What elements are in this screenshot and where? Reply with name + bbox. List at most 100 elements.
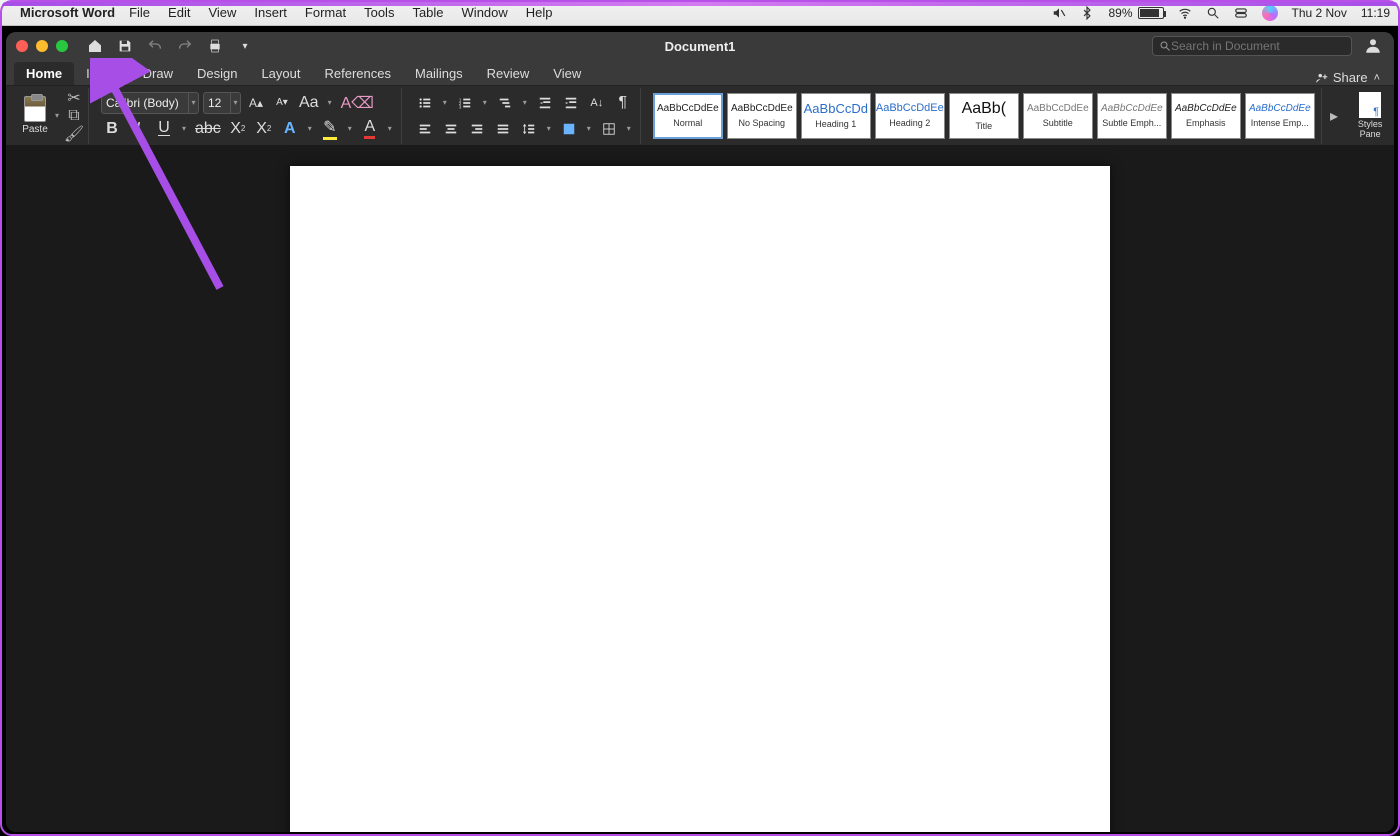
tab-mailings[interactable]: Mailings (403, 62, 475, 85)
shading-dropdown[interactable] (584, 118, 594, 140)
style-heading-1[interactable]: AaBbCcDdHeading 1 (801, 93, 871, 139)
justify-icon[interactable] (492, 118, 514, 140)
paste-dropdown[interactable] (52, 105, 62, 127)
tab-view[interactable]: View (541, 62, 593, 85)
bullets-icon[interactable] (414, 92, 436, 114)
italic-button[interactable]: I (127, 118, 149, 140)
wifi-icon[interactable] (1178, 6, 1192, 20)
menubar-date[interactable]: Thu 2 Nov (1292, 6, 1347, 20)
print-icon[interactable] (206, 37, 224, 55)
tab-review[interactable]: Review (475, 62, 542, 85)
menu-tools[interactable]: Tools (364, 5, 394, 20)
menu-window[interactable]: Window (462, 5, 508, 20)
redo-icon[interactable] (176, 37, 194, 55)
paste-button[interactable]: Paste (18, 90, 52, 142)
numbering-icon[interactable]: 123 (454, 92, 476, 114)
superscript-button[interactable]: X2 (253, 118, 275, 140)
line-spacing-icon[interactable] (518, 118, 540, 140)
battery-status[interactable]: 89% (1108, 6, 1163, 20)
cut-icon[interactable]: ✂ (66, 91, 82, 105)
styles-pane-button[interactable]: StylesPane (1352, 92, 1388, 140)
copy-icon[interactable]: ⧉ (66, 109, 82, 123)
search-input[interactable] (1171, 39, 1345, 53)
align-left-icon[interactable] (414, 118, 436, 140)
fullscreen-button[interactable] (56, 40, 68, 52)
line-spacing-dropdown[interactable] (544, 118, 554, 140)
bluetooth-icon[interactable] (1080, 6, 1094, 20)
format-painter-icon[interactable]: 🖌 (66, 127, 82, 141)
font-size-combo[interactable] (203, 92, 241, 114)
mute-icon[interactable] (1052, 6, 1066, 20)
change-case-dropdown[interactable] (325, 92, 335, 114)
font-name-combo[interactable] (101, 92, 199, 114)
highlight-icon[interactable]: ✎ (319, 118, 341, 140)
text-effects-icon[interactable]: A (279, 118, 301, 140)
change-case-icon[interactable]: Aa (297, 92, 321, 114)
font-color-dropdown[interactable] (385, 118, 395, 140)
font-name-dropdown[interactable] (188, 92, 198, 114)
strikethrough-button[interactable]: abc (193, 118, 223, 140)
document-area[interactable] (6, 146, 1394, 832)
highlight-dropdown[interactable] (345, 118, 355, 140)
underline-button[interactable]: U (153, 118, 175, 140)
subscript-button[interactable]: X2 (227, 118, 249, 140)
borders-icon[interactable] (598, 118, 620, 140)
spotlight-icon[interactable] (1206, 6, 1220, 20)
tab-references[interactable]: References (313, 62, 403, 85)
style-normal[interactable]: AaBbCcDdEeNormal (653, 93, 723, 139)
shrink-font-icon[interactable]: A▾ (271, 92, 293, 114)
clear-formatting-icon[interactable]: A⌫ (339, 92, 376, 114)
collapse-ribbon-icon[interactable]: ˄ (1374, 72, 1380, 84)
style-emphasis[interactable]: AaBbCcDdEeEmphasis (1171, 93, 1241, 139)
menubar-time[interactable]: 11:19 (1361, 6, 1390, 20)
search-box[interactable] (1152, 36, 1352, 56)
grow-font-icon[interactable]: A▴ (245, 92, 267, 114)
qat-customize-icon[interactable]: ▾ (236, 37, 254, 55)
borders-dropdown[interactable] (624, 118, 634, 140)
style-no-spacing[interactable]: AaBbCcDdEeNo Spacing (727, 93, 797, 139)
align-right-icon[interactable] (466, 118, 488, 140)
style-heading-2[interactable]: AaBbCcDdEeHeading 2 (875, 93, 945, 139)
underline-dropdown[interactable] (179, 118, 189, 140)
share-button[interactable]: Share (1315, 70, 1368, 85)
undo-icon[interactable] (146, 37, 164, 55)
home-icon[interactable] (86, 37, 104, 55)
numbering-dropdown[interactable] (480, 92, 490, 114)
tab-insert[interactable]: Insert (74, 62, 131, 85)
style-title[interactable]: AaBb(Title (949, 93, 1019, 139)
font-color-icon[interactable]: A (359, 118, 381, 140)
tab-draw[interactable]: Draw (131, 62, 185, 85)
tab-home[interactable]: Home (14, 62, 74, 85)
font-size-input[interactable] (204, 96, 230, 110)
minimize-button[interactable] (36, 40, 48, 52)
sort-icon[interactable]: A↓ (586, 92, 608, 114)
menu-format[interactable]: Format (305, 5, 346, 20)
menu-view[interactable]: View (208, 5, 236, 20)
style-intense-emp-[interactable]: AaBbCcDdEeIntense Emp... (1245, 93, 1315, 139)
close-button[interactable] (16, 40, 28, 52)
menu-edit[interactable]: Edit (168, 5, 190, 20)
menu-table[interactable]: Table (412, 5, 443, 20)
siri-icon[interactable] (1262, 5, 1278, 21)
menu-file[interactable]: File (129, 5, 150, 20)
tab-design[interactable]: Design (185, 62, 249, 85)
decrease-indent-icon[interactable] (534, 92, 556, 114)
account-icon[interactable] (1362, 35, 1384, 57)
style-subtitle[interactable]: AaBbCcDdEeSubtitle (1023, 93, 1093, 139)
page[interactable] (290, 166, 1110, 832)
save-icon[interactable] (116, 37, 134, 55)
app-name[interactable]: Microsoft Word (20, 5, 115, 20)
increase-indent-icon[interactable] (560, 92, 582, 114)
control-center-icon[interactable] (1234, 6, 1248, 20)
multilevel-list-icon[interactable] (494, 92, 516, 114)
shading-icon[interactable] (558, 118, 580, 140)
style-subtle-emph-[interactable]: AaBbCcDdEeSubtle Emph... (1097, 93, 1167, 139)
menu-insert[interactable]: Insert (254, 5, 287, 20)
align-center-icon[interactable] (440, 118, 462, 140)
menu-help[interactable]: Help (526, 5, 553, 20)
bullets-dropdown[interactable] (440, 92, 450, 114)
bold-button[interactable]: B (101, 118, 123, 140)
gallery-next-icon[interactable]: ▸ (1328, 93, 1341, 139)
text-effects-dropdown[interactable] (305, 118, 315, 140)
font-size-dropdown[interactable] (230, 92, 240, 114)
